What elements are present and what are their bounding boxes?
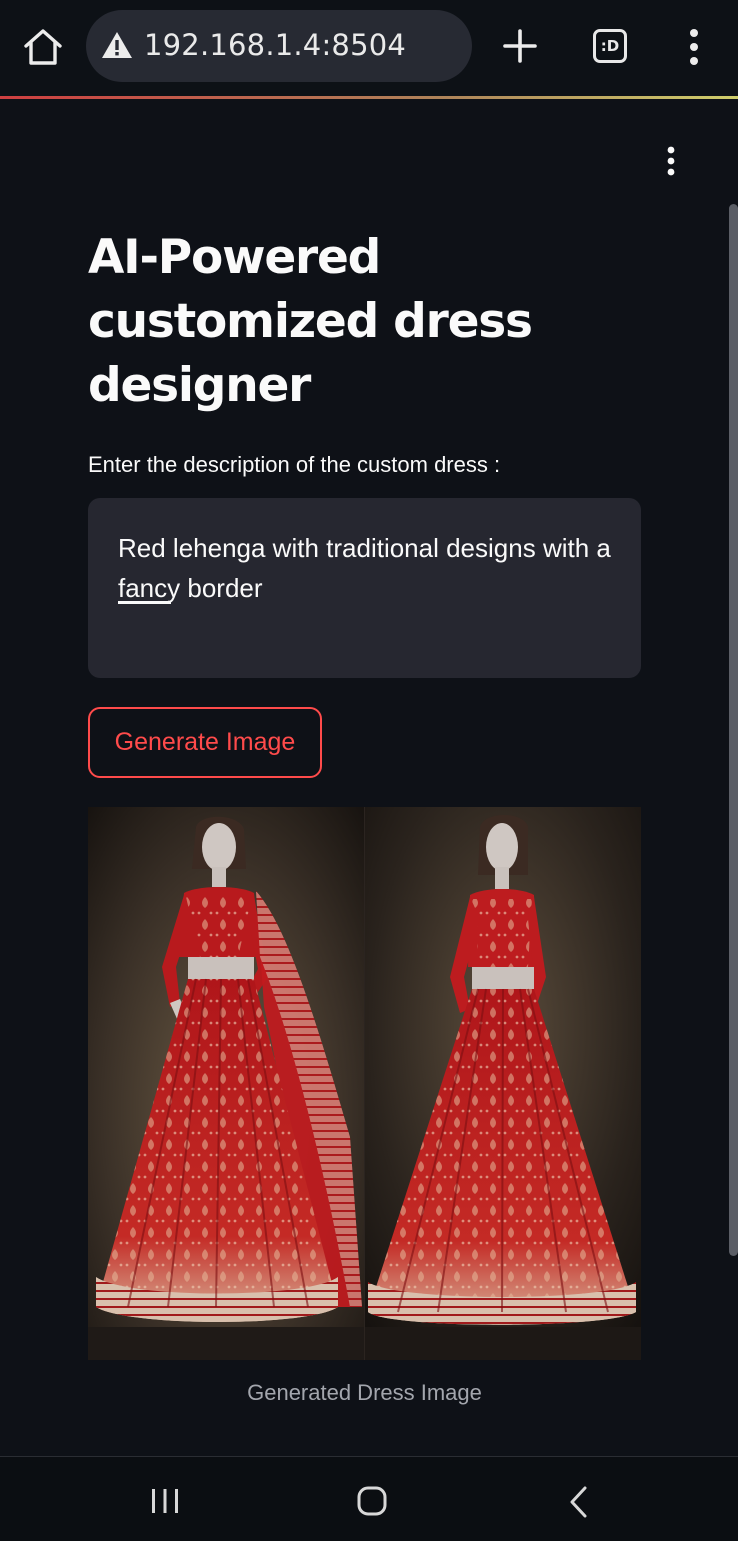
url-text: 192.168.1.4:8504	[144, 28, 407, 62]
description-label: Enter the description of the custom dres…	[88, 452, 501, 477]
dress-image-illustration	[88, 807, 641, 1360]
screen: 192.168.1.4:8504 :D AI-Powered customize…	[0, 0, 738, 1541]
home-icon[interactable]	[22, 28, 64, 66]
back-icon[interactable]	[566, 1485, 592, 1519]
page-title: AI-Powered customized dress designer	[88, 230, 533, 413]
description-input-value: Red lehenga with traditional designs wit…	[118, 533, 619, 603]
browser-toolbar: 192.168.1.4:8504 :D	[0, 0, 738, 96]
spellcheck-underline	[118, 601, 171, 604]
page-scrollbar[interactable]	[729, 204, 738, 1256]
generate-image-button[interactable]: Generate Image	[88, 707, 322, 778]
warning-icon[interactable]	[100, 30, 134, 60]
tab-switcher-icon[interactable]: :D	[593, 29, 627, 63]
recent-apps-icon[interactable]	[148, 1487, 182, 1515]
page-load-line	[0, 96, 738, 99]
tab-switcher-label: :D	[600, 37, 620, 55]
plus-icon[interactable]	[502, 28, 538, 64]
system-nav-bar	[0, 1456, 738, 1541]
app-menu-icon[interactable]	[660, 146, 682, 178]
generated-dress-image	[88, 807, 641, 1360]
address-bar[interactable]: 192.168.1.4:8504	[86, 10, 472, 82]
more-vert-icon[interactable]	[686, 28, 702, 66]
home-circle-icon[interactable]	[356, 1485, 388, 1517]
image-caption: Generated Dress Image	[247, 1380, 482, 1405]
description-input[interactable]: Red lehenga with traditional designs wit…	[88, 498, 641, 678]
